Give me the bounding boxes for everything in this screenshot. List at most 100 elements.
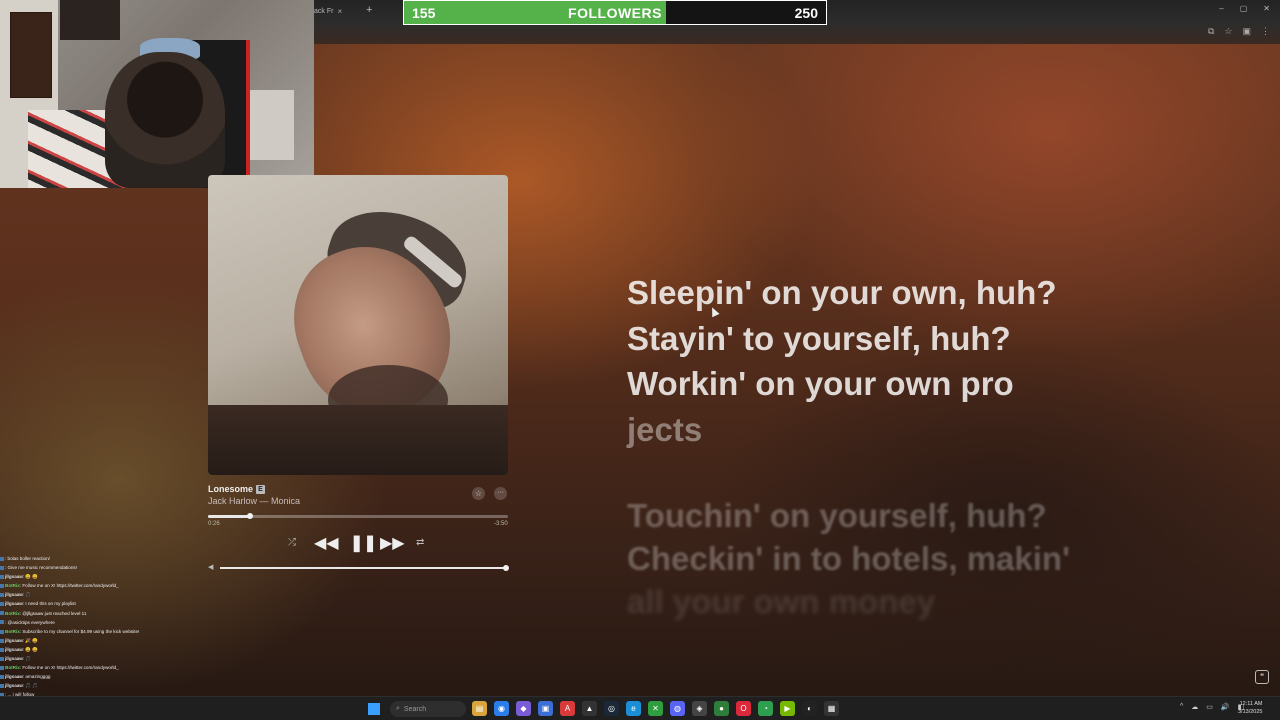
bookmark-star-icon[interactable]: ☆ bbox=[1224, 26, 1232, 37]
taskbar-apps: ▤ ◉ ◆ ▣ A ▲ ◎ e ✕ ◍ ◈ ● O ◔ ▶ ◐ ▦ bbox=[472, 701, 839, 716]
chat-text: : Subscribe to my channel for $4.99 usin… bbox=[19, 628, 140, 634]
track-artist-album[interactable]: Jack Harlow — Monica bbox=[208, 496, 300, 506]
lyrics-toggle-icon[interactable]: ❝ bbox=[1255, 670, 1269, 684]
opera-icon[interactable]: O bbox=[736, 701, 751, 716]
playback-scrubber[interactable] bbox=[208, 513, 508, 519]
app-icon[interactable]: ● bbox=[714, 701, 729, 716]
album-art-shirt bbox=[208, 405, 508, 475]
track-title-text: Lonesome bbox=[208, 484, 254, 494]
lyric-line[interactable]: Sleepin' on your own, huh? bbox=[627, 270, 1267, 316]
app-icon[interactable]: ▲ bbox=[582, 701, 597, 716]
webcam-overlay bbox=[0, 0, 314, 188]
lyric-line[interactable]: Stayin' to yourself, huh? bbox=[627, 316, 1267, 362]
pause-icon[interactable]: ❚❚ bbox=[350, 533, 377, 553]
chat-text: : 😀 😀 bbox=[22, 574, 39, 580]
lyric-line[interactable]: Touchin' on yourself, huh? bbox=[627, 494, 1267, 537]
chat-username[interactable]: BotRix bbox=[5, 611, 20, 616]
previous-track-icon[interactable]: ◀◀ bbox=[314, 533, 339, 553]
webcam-streamer bbox=[105, 52, 225, 188]
close-icon[interactable]: ✕ bbox=[1263, 4, 1270, 13]
playback-knob[interactable] bbox=[247, 513, 253, 519]
edge-icon[interactable]: e bbox=[626, 701, 641, 716]
window-controls: – ▢ ✕ bbox=[1219, 4, 1270, 13]
chat-username[interactable]: jllgsaaw bbox=[5, 683, 23, 688]
display-icon[interactable]: ▭ bbox=[1206, 703, 1213, 711]
nvidia-icon[interactable]: ▶ bbox=[780, 701, 795, 716]
discord-icon[interactable]: ◍ bbox=[670, 701, 685, 716]
adobe-icon[interactable]: A bbox=[560, 701, 575, 716]
chat-badge-icon bbox=[0, 647, 4, 652]
album-art bbox=[208, 175, 508, 475]
xbox-icon[interactable]: ✕ bbox=[648, 701, 663, 716]
lyric-line-unsung[interactable]: jects bbox=[627, 407, 1267, 453]
lyric-line[interactable]: all your own money bbox=[627, 580, 1267, 623]
chat-username[interactable]: BotRix bbox=[5, 583, 20, 588]
browser-toolbar: ⧉ ☆ ▣ ⋮ bbox=[1208, 26, 1270, 37]
minimize-icon[interactable]: – bbox=[1219, 4, 1223, 13]
clock-time: 12:11 AM bbox=[1239, 701, 1263, 707]
chat-username[interactable]: jllgsaaw bbox=[5, 592, 23, 597]
chat-badge-icon bbox=[0, 638, 4, 643]
shuffle-icon[interactable]: ⤮ bbox=[288, 537, 296, 548]
chat-message: jllgsaaw: amazingggg bbox=[0, 672, 330, 681]
windows-start-icon[interactable] bbox=[368, 703, 380, 715]
open-in-app-icon[interactable]: ⧉ bbox=[1208, 26, 1214, 37]
chat-username[interactable]: jllgsaaw bbox=[5, 647, 23, 652]
stream-chat: : bolas boller reaction/: Give me music … bbox=[0, 554, 330, 700]
chat-message: : Give me music recommendations! bbox=[0, 563, 330, 572]
taskbar-search[interactable]: ⌕ Search bbox=[390, 701, 466, 717]
chat-text: : 😀 😀 bbox=[22, 646, 39, 652]
chat-message: BotRix: @jllgsaaw just reached level 11 bbox=[0, 609, 330, 618]
chat-text: : Follow me on X! https://twitter.com/ra… bbox=[19, 583, 119, 589]
app-icon[interactable]: ◈ bbox=[692, 701, 707, 716]
windows-taskbar: ⌕ Search ▤ ◉ ◆ ▣ A ▲ ◎ e ✕ ◍ ◈ ● O ◔ ▶ ◐ ▦ ^ ☁ ▭ 🔊 ◧ 12:… bbox=[0, 696, 1280, 720]
lyric-line[interactable]: Checkin' in to hotels, makin' bbox=[627, 537, 1267, 580]
lyric-line[interactable]: Workin' on your own pro bbox=[627, 361, 1267, 407]
app-icon[interactable]: ▦ bbox=[824, 701, 839, 716]
chat-username[interactable]: BotRix bbox=[5, 629, 20, 634]
new-tab-button[interactable]: + bbox=[366, 4, 372, 16]
chat-username[interactable]: jllgsaaw bbox=[5, 656, 23, 661]
steam-icon[interactable]: ◎ bbox=[604, 701, 619, 716]
more-options-icon[interactable]: ··· bbox=[494, 487, 507, 500]
track-title: Lonesome E bbox=[208, 484, 266, 494]
chat-username[interactable]: jllgsaaw bbox=[5, 574, 23, 579]
speaker-icon[interactable]: 🔊 bbox=[1221, 703, 1230, 711]
chat-message: jllgsaaw: 😀 😀 bbox=[0, 645, 330, 654]
app-icon[interactable]: ▣ bbox=[538, 701, 553, 716]
chat-badge-icon bbox=[0, 684, 4, 689]
favorite-star-icon[interactable]: ☆ bbox=[472, 487, 485, 500]
volume-knob[interactable] bbox=[503, 565, 509, 571]
followers-goal: 250 bbox=[794, 4, 818, 21]
tray-overflow-icon[interactable]: ^ bbox=[1180, 703, 1183, 711]
chat-badge-icon bbox=[0, 629, 4, 634]
playback-controls: ⤮ ◀◀ ❚❚ ▶▶ ⇄ bbox=[282, 533, 432, 553]
browser-tab[interactable]: ack Fr × bbox=[314, 4, 362, 18]
repeat-icon[interactable]: ⇄ bbox=[416, 537, 424, 548]
taskbar-clock[interactable]: 12:11 AM 3/13/2025 bbox=[1238, 700, 1262, 716]
chat-username[interactable]: jllgsaaw bbox=[5, 601, 23, 606]
chat-message: : @asicktips everywhere bbox=[0, 618, 330, 627]
maximize-icon[interactable]: ▢ bbox=[1240, 4, 1248, 13]
chat-message: jllgsaaw: 🎵 🎵 bbox=[0, 681, 330, 690]
chrome-icon[interactable]: ◔ bbox=[758, 701, 773, 716]
chat-message: BotRix: Subscribe to my channel for $4.9… bbox=[0, 627, 330, 636]
cloud-icon[interactable]: ☁ bbox=[1191, 703, 1198, 711]
chat-username[interactable]: BotRix bbox=[5, 665, 20, 670]
chat-username[interactable]: jllgsaaw bbox=[5, 638, 23, 643]
menu-icon[interactable]: ⋮ bbox=[1261, 26, 1270, 37]
app-icon[interactable]: ◆ bbox=[516, 701, 531, 716]
chat-message: jllgsaaw: 😀 😀 bbox=[0, 572, 330, 581]
lyrics-current: Sleepin' on your own, huh? Stayin' to yo… bbox=[627, 270, 1267, 452]
next-track-icon[interactable]: ▶▶ bbox=[380, 533, 405, 553]
chat-username[interactable]: jllgsaaw bbox=[5, 674, 23, 679]
chat-text: : @asicktips everywhere bbox=[5, 619, 55, 625]
tab-close-icon[interactable]: × bbox=[337, 7, 342, 16]
file-explorer-icon[interactable]: ▤ bbox=[472, 701, 487, 716]
browser-icon[interactable]: ◉ bbox=[494, 701, 509, 716]
sidebar-icon[interactable]: ▣ bbox=[1242, 26, 1251, 37]
chat-text: : 🎵 bbox=[22, 592, 32, 598]
chat-badge-icon bbox=[0, 665, 4, 670]
app-icon[interactable]: ◐ bbox=[802, 701, 817, 716]
time-elapsed: 0:26 bbox=[208, 521, 220, 527]
